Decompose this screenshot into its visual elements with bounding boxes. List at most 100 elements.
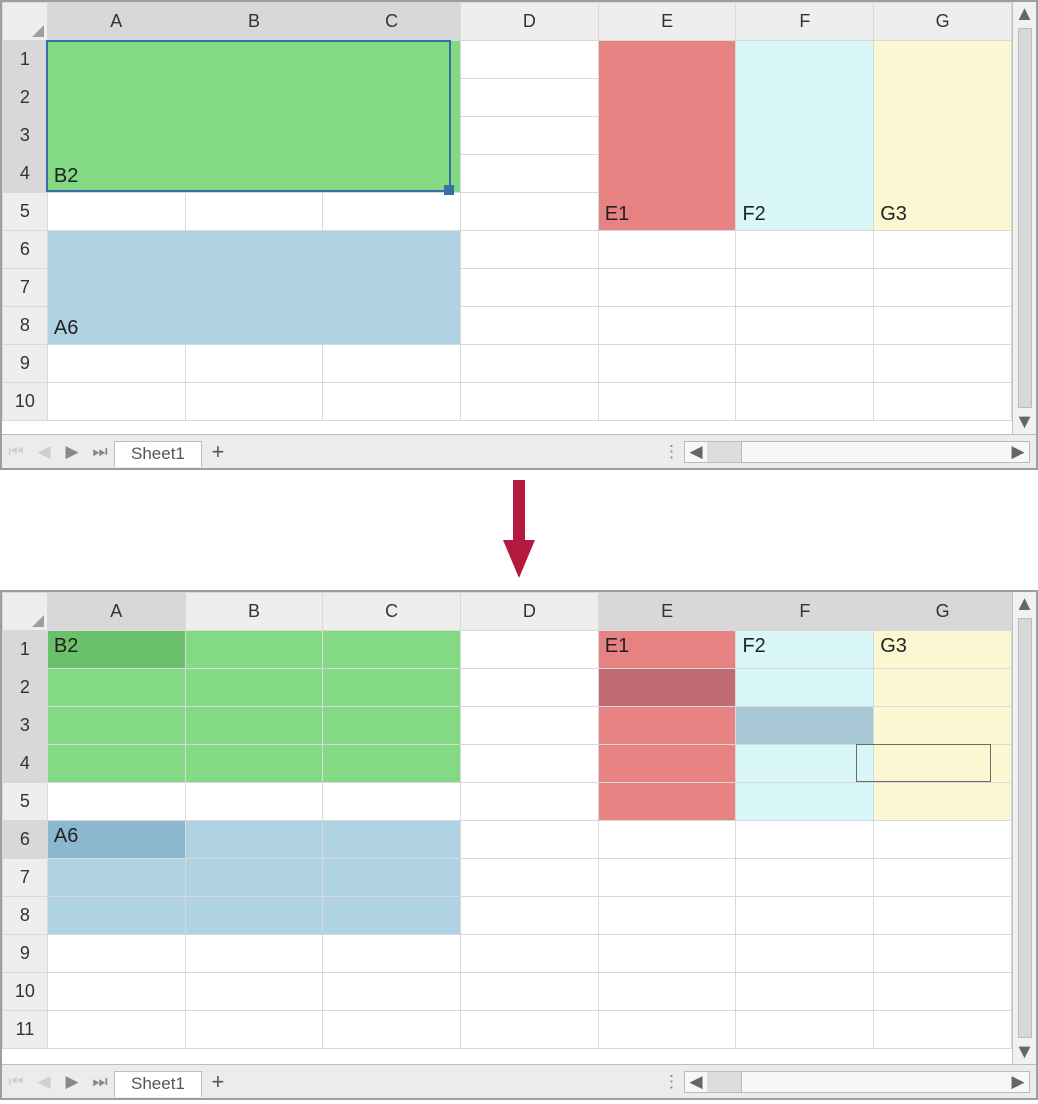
cell[interactable] [598, 745, 736, 783]
cell[interactable] [461, 269, 599, 307]
row-header-4[interactable]: 4 [3, 155, 48, 193]
cell[interactable] [185, 193, 323, 231]
row-header-9[interactable]: 9 [3, 345, 48, 383]
col-header-G[interactable]: G [874, 3, 1012, 41]
cell[interactable] [874, 897, 1012, 935]
cell[interactable] [461, 631, 599, 669]
cell[interactable] [736, 973, 874, 1011]
add-sheet-button[interactable]: + [202, 439, 234, 465]
row-header-8[interactable]: 8 [3, 897, 48, 935]
cell[interactable] [461, 193, 599, 231]
vertical-scrollbar[interactable]: ▲ ▼ [1012, 2, 1036, 434]
row-header-6[interactable]: 6 [3, 231, 48, 269]
cell-F1[interactable]: F2 [736, 631, 874, 669]
horizontal-scrollbar[interactable]: ◀ ▶ [684, 1071, 1030, 1093]
cell[interactable] [598, 973, 736, 1011]
row-header-1[interactable]: 1 [3, 631, 48, 669]
cell[interactable] [47, 783, 185, 821]
cell[interactable] [47, 345, 185, 383]
nav-next-icon[interactable]: ▶ [58, 1065, 86, 1098]
cell[interactable] [185, 707, 323, 745]
cell[interactable] [874, 859, 1012, 897]
cell[interactable] [323, 745, 461, 783]
col-header-E[interactable]: E [598, 3, 736, 41]
vscroll-thumb[interactable] [1018, 28, 1032, 408]
col-header-E[interactable]: E [598, 593, 736, 631]
row-header-5[interactable]: 5 [3, 783, 48, 821]
cell[interactable] [461, 859, 599, 897]
cell[interactable] [598, 859, 736, 897]
nav-prev-icon[interactable]: ◀ [30, 1065, 58, 1098]
cell[interactable] [874, 669, 1012, 707]
row-header-1[interactable]: 1 [3, 41, 48, 79]
scroll-right-icon[interactable]: ▶ [1007, 442, 1029, 462]
cell[interactable] [461, 231, 599, 269]
cell[interactable] [736, 231, 874, 269]
sheet-tab[interactable]: Sheet1 [114, 1071, 202, 1097]
cell[interactable] [47, 1011, 185, 1049]
cell[interactable] [461, 155, 599, 193]
row-header-4[interactable]: 4 [3, 745, 48, 783]
scroll-down-icon[interactable]: ▼ [1013, 1040, 1036, 1064]
cell[interactable] [598, 383, 736, 421]
cell[interactable] [461, 973, 599, 1011]
cell-G1[interactable]: G3 [874, 631, 1012, 669]
splitter-grip-icon[interactable]: ⋮ [663, 442, 678, 462]
cell[interactable] [461, 669, 599, 707]
scroll-left-icon[interactable]: ◀ [685, 442, 707, 462]
cell-merged-cyan[interactable]: F2 [736, 41, 874, 231]
cell[interactable] [185, 669, 323, 707]
cell[interactable] [874, 269, 1012, 307]
sheet-tab[interactable]: Sheet1 [114, 441, 202, 467]
col-header-B[interactable]: B [185, 3, 323, 41]
cell[interactable] [323, 193, 461, 231]
cell[interactable] [47, 707, 185, 745]
cell[interactable] [874, 345, 1012, 383]
cell[interactable] [874, 231, 1012, 269]
scroll-up-icon[interactable]: ▲ [1013, 2, 1036, 26]
cell[interactable] [461, 307, 599, 345]
cell[interactable] [874, 383, 1012, 421]
vscroll-thumb[interactable] [1018, 618, 1032, 1038]
col-header-F[interactable]: F [736, 593, 874, 631]
row-header-10[interactable]: 10 [3, 383, 48, 421]
scroll-up-icon[interactable]: ▲ [1013, 592, 1036, 616]
cell[interactable] [736, 345, 874, 383]
cell[interactable] [736, 1011, 874, 1049]
cell[interactable] [736, 935, 874, 973]
cell[interactable] [874, 821, 1012, 859]
col-header-A[interactable]: A [47, 3, 185, 41]
nav-prev-icon[interactable]: ◀ [30, 435, 58, 468]
cell-merged-red[interactable]: E1 [598, 41, 736, 231]
cell-G4[interactable] [874, 745, 1012, 783]
cell[interactable] [185, 897, 323, 935]
cell-F3[interactable] [736, 707, 874, 745]
cell[interactable] [461, 383, 599, 421]
cell[interactable] [736, 669, 874, 707]
cell[interactable] [598, 897, 736, 935]
cell[interactable] [874, 935, 1012, 973]
cell[interactable] [47, 669, 185, 707]
cell[interactable] [598, 307, 736, 345]
cell[interactable] [185, 745, 323, 783]
col-header-B[interactable]: B [185, 593, 323, 631]
cell[interactable] [323, 1011, 461, 1049]
cell[interactable] [874, 707, 1012, 745]
vertical-scrollbar[interactable]: ▲ ▼ [1012, 592, 1036, 1064]
row-header-3[interactable]: 3 [3, 707, 48, 745]
cell[interactable] [598, 707, 736, 745]
cell[interactable] [874, 1011, 1012, 1049]
col-header-D[interactable]: D [461, 3, 599, 41]
cell[interactable] [185, 345, 323, 383]
cell[interactable] [736, 383, 874, 421]
select-all-corner[interactable] [3, 3, 48, 41]
cell-A1[interactable]: B2 [47, 631, 185, 669]
cell[interactable] [461, 1011, 599, 1049]
cell[interactable] [185, 935, 323, 973]
cell[interactable] [47, 745, 185, 783]
cell[interactable] [736, 897, 874, 935]
row-header-7[interactable]: 7 [3, 269, 48, 307]
col-header-D[interactable]: D [461, 593, 599, 631]
cell[interactable] [461, 745, 599, 783]
cell[interactable] [323, 783, 461, 821]
